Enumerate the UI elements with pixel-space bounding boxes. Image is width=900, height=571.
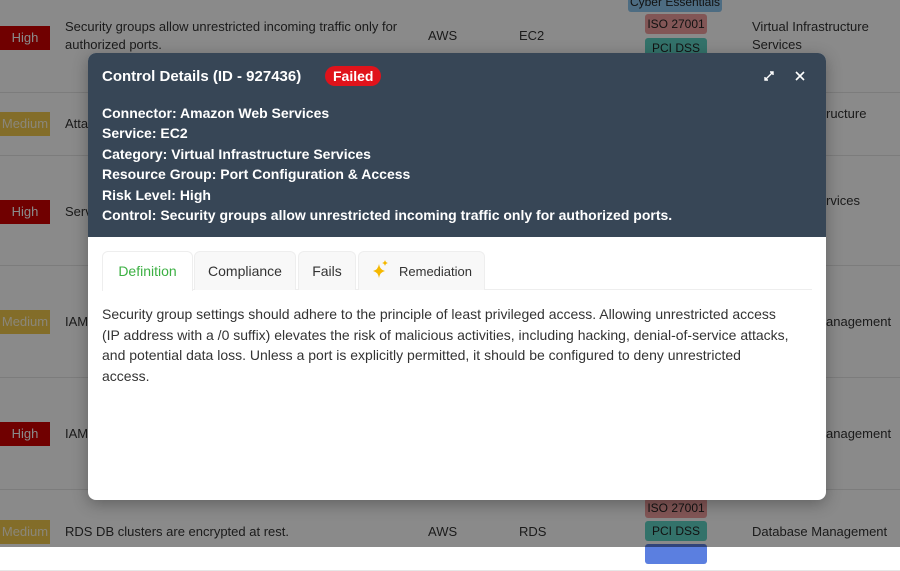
sparkle-icon bbox=[373, 260, 388, 278]
control-meta: Connector: Amazon Web Services Service: … bbox=[102, 103, 672, 225]
modal-title: Control Details (ID - 927436) bbox=[102, 68, 302, 85]
tab-compliance[interactable]: Compliance bbox=[194, 251, 296, 290]
meta-risk-level: Risk Level: High bbox=[102, 186, 211, 203]
meta-connector: Connector: Amazon Web Services bbox=[102, 105, 330, 121]
tab-definition[interactable]: Definition bbox=[102, 251, 193, 291]
tab-bar: Definition Compliance Fails Remediation bbox=[102, 251, 812, 291]
definition-text: Security group settings should adhere to… bbox=[102, 306, 789, 384]
close-button[interactable] bbox=[793, 69, 807, 87]
modal-header: Control Details (ID - 927436) Failed Con… bbox=[88, 53, 826, 237]
meta-resource-group: Resource Group: Port Configuration & Acc… bbox=[102, 166, 411, 183]
expand-button[interactable] bbox=[762, 69, 776, 87]
close-icon bbox=[795, 71, 805, 81]
meta-control: Control: Security groups allow unrestric… bbox=[102, 207, 673, 224]
tab-remediation[interactable]: Remediation bbox=[358, 251, 485, 290]
compliance-tag bbox=[645, 544, 707, 564]
status-badge: Failed bbox=[325, 66, 382, 86]
tab-fails[interactable]: Fails bbox=[298, 251, 356, 290]
tab-label: Remediation bbox=[399, 264, 472, 279]
meta-category: Category: Virtual Infrastructure Service… bbox=[102, 145, 371, 162]
meta-service: Service: EC2 bbox=[102, 125, 188, 142]
control-details-modal: Control Details (ID - 927436) Failed Con… bbox=[88, 53, 826, 500]
expand-icon bbox=[764, 71, 774, 81]
